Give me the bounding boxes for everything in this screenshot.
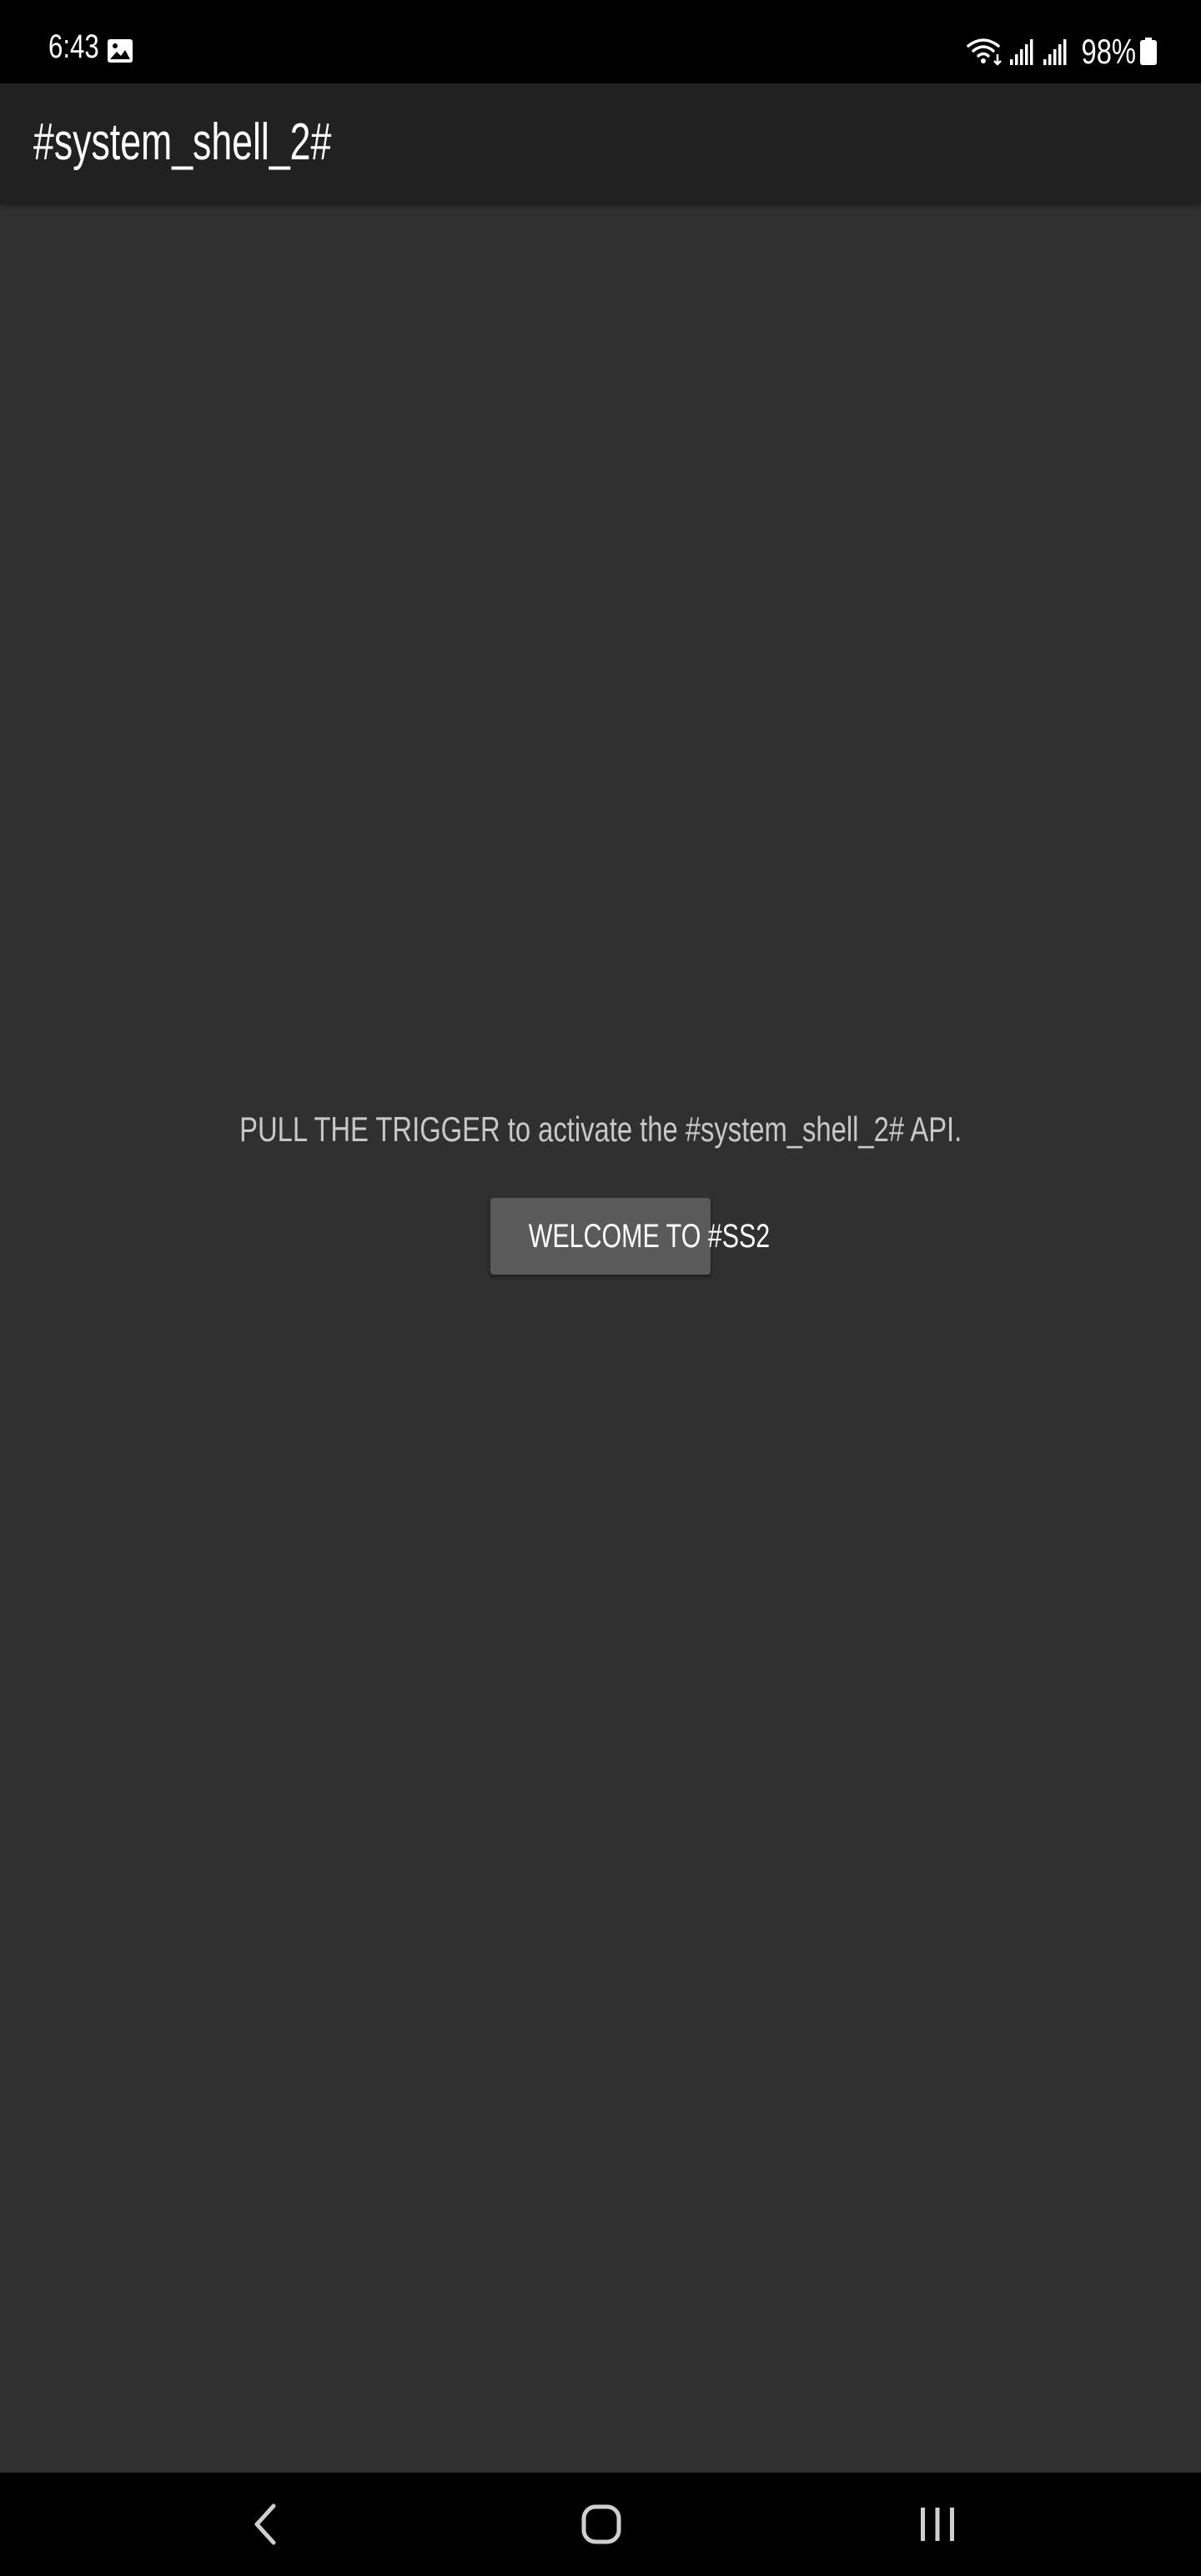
app-title: #system_shell_2#: [33, 113, 332, 171]
recents-icon: [921, 2508, 954, 2541]
welcome-button-label: WELCOME TO #SS2: [528, 1218, 771, 1255]
back-icon: [254, 2503, 276, 2545]
home-button[interactable]: [568, 2493, 635, 2556]
back-button[interactable]: [232, 2493, 299, 2556]
home-icon: [581, 2504, 621, 2544]
status-indicators: 98%: [966, 32, 1158, 72]
navigation-bar: [0, 2473, 1201, 2576]
battery-percentage: 98%: [1081, 32, 1136, 71]
wifi-icon: [967, 38, 1002, 66]
signal-icon: [1043, 39, 1067, 65]
image-notification-icon: [108, 39, 133, 63]
recents-button[interactable]: [904, 2493, 971, 2556]
welcome-button[interactable]: WELCOME TO #SS2: [490, 1198, 770, 1275]
activation-prompt: PULL THE TRIGGER to activate the #system…: [0, 1112, 1201, 1147]
status-bar: 6:43 98%: [0, 0, 1201, 83]
activation-prompt-text: PULL THE TRIGGER to activate the #system…: [239, 1109, 962, 1149]
app-bar: #system_shell_2#: [0, 83, 1201, 204]
status-time: 6:43: [48, 28, 99, 65]
signal-icon: [1009, 39, 1033, 65]
battery-icon: [1140, 38, 1157, 65]
screen: 6:43 98% #system_shell_2# PULL THE TRIGG…: [0, 0, 1201, 2576]
